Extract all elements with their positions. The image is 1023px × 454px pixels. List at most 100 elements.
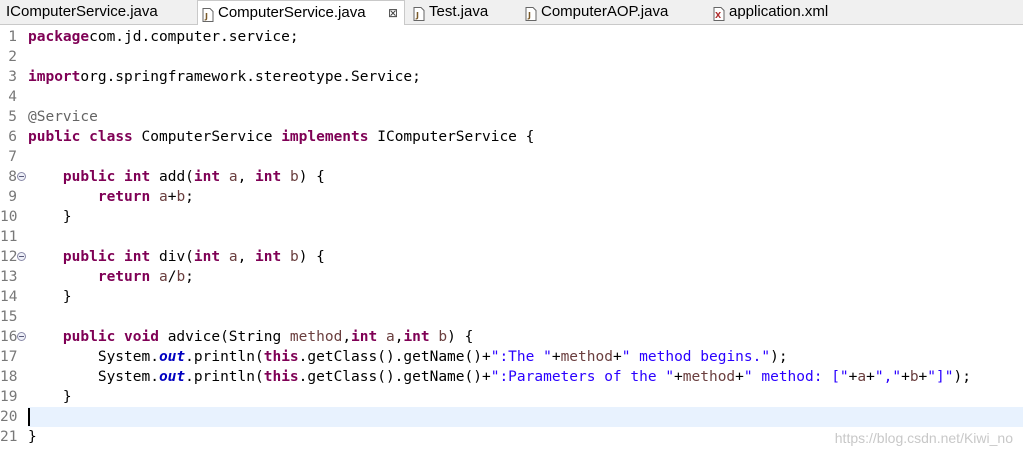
text-caret	[28, 408, 30, 426]
code-token: int	[193, 249, 221, 265]
code-line[interactable]: }	[28, 207, 72, 227]
tab-label: ComputerService.java	[218, 4, 366, 21]
line-number: 14	[0, 289, 18, 305]
tab-icomputerservice[interactable]: IComputerService.java	[0, 0, 190, 24]
code-line[interactable]: public int add(int a, int b) {	[28, 167, 325, 187]
code-line[interactable]: public void advice(String method,int a,i…	[28, 327, 473, 347]
line-number: 2	[8, 49, 17, 65]
tab-computerservice[interactable]: J ComputerService.java ⊠	[197, 0, 405, 25]
code-line[interactable]: @Service	[28, 107, 98, 127]
code-token: a	[228, 169, 238, 185]
line-number: 19	[0, 389, 18, 405]
code-token: ":Parameters of the "	[490, 369, 675, 385]
tab-test[interactable]: J Test.java	[409, 0, 509, 24]
code-token: b	[176, 189, 186, 205]
code-token: +	[735, 369, 744, 385]
code-token: this	[263, 349, 299, 365]
code-token: public	[62, 329, 116, 345]
tab-application-xml[interactable]: X application.xml	[709, 0, 869, 24]
line-number: 16	[0, 329, 18, 345]
code-token: +	[901, 369, 910, 385]
code-token: a	[158, 269, 168, 285]
java-file-icon: J	[413, 5, 425, 21]
line-number: 12	[0, 249, 18, 265]
code-token: " method: ["	[743, 369, 849, 385]
code-token: );	[770, 349, 788, 365]
code-token: " method begins."	[621, 349, 771, 365]
code-token: System.	[28, 349, 159, 365]
code-token: int	[255, 169, 282, 185]
code-token: int	[403, 329, 430, 345]
line-number: 11	[0, 229, 18, 245]
code-line[interactable]: System.out.println(this.getClass().getNa…	[28, 347, 788, 367]
code-token: advice(String	[158, 329, 290, 345]
code-token: ComputerService	[132, 129, 282, 145]
code-token: ,	[342, 329, 352, 345]
code-editor[interactable]: 1 packagecom.jd.computer.service; 2 3 import…	[0, 25, 1023, 454]
close-tab-icon[interactable]: ⊠	[388, 1, 398, 25]
code-token: com.jd.computer.service;	[89, 29, 299, 45]
code-token: }	[28, 389, 72, 405]
code-line[interactable]: public class ComputerService implements …	[28, 127, 534, 147]
code-token: .println(	[185, 349, 264, 365]
code-token: add(	[150, 169, 194, 185]
code-line[interactable]: return a/b;	[28, 267, 194, 287]
svg-text:J: J	[527, 11, 531, 20]
line-number: 4	[8, 89, 17, 105]
current-line-highlight	[28, 407, 1023, 427]
fold-collapse-icon[interactable]	[17, 252, 26, 261]
code-line[interactable]: public int div(int a, int b) {	[28, 247, 325, 267]
code-token: package	[28, 29, 90, 45]
code-token: "]"	[927, 369, 954, 385]
fold-collapse-icon[interactable]	[17, 172, 26, 181]
code-token: implements	[281, 129, 369, 145]
line-number: 18	[0, 369, 18, 385]
code-token: out	[158, 349, 186, 365]
code-token: ,	[237, 169, 256, 185]
line-number: 20	[0, 409, 18, 425]
code-token: out	[158, 369, 186, 385]
watermark: https://blog.csdn.net/Kiwi_no	[834, 430, 1013, 446]
code-token: int	[124, 169, 151, 185]
line-number: 5	[8, 109, 17, 125]
code-token: ) {	[298, 249, 325, 265]
code-line[interactable]: importorg.springframework.stereotype.Ser…	[28, 67, 421, 87]
code-token: ,	[237, 249, 256, 265]
code-token: method	[289, 329, 343, 345]
code-line[interactable]: return a+b;	[28, 187, 194, 207]
code-line[interactable]: }	[28, 287, 72, 307]
code-token: a	[228, 249, 238, 265]
code-token: @Service	[28, 109, 98, 125]
code-token: void	[124, 329, 159, 345]
code-token: org.springframework.stereotype.Service;	[80, 69, 421, 85]
code-token: +	[918, 369, 928, 385]
code-token: public	[62, 249, 116, 265]
line-number: 17	[0, 349, 18, 365]
line-number: 1	[8, 29, 17, 45]
code-token: System.	[28, 369, 159, 385]
code-token: ","	[874, 369, 902, 385]
code-token: this	[263, 369, 299, 385]
fold-collapse-icon[interactable]	[17, 332, 26, 341]
line-number: 21	[0, 429, 18, 445]
svg-text:J: J	[204, 12, 208, 21]
code-token: import	[28, 69, 81, 85]
code-token: public	[28, 129, 81, 145]
tab-computeraop[interactable]: J ComputerAOP.java	[521, 0, 701, 24]
code-line[interactable]: packagecom.jd.computer.service;	[28, 27, 299, 47]
code-token: int	[124, 249, 151, 265]
code-token: return	[97, 189, 151, 205]
code-line[interactable]: }	[28, 427, 37, 447]
code-token: +	[612, 349, 622, 365]
code-line[interactable]: }	[28, 387, 72, 407]
code-line[interactable]: System.out.println(this.getClass().getNa…	[28, 367, 971, 387]
